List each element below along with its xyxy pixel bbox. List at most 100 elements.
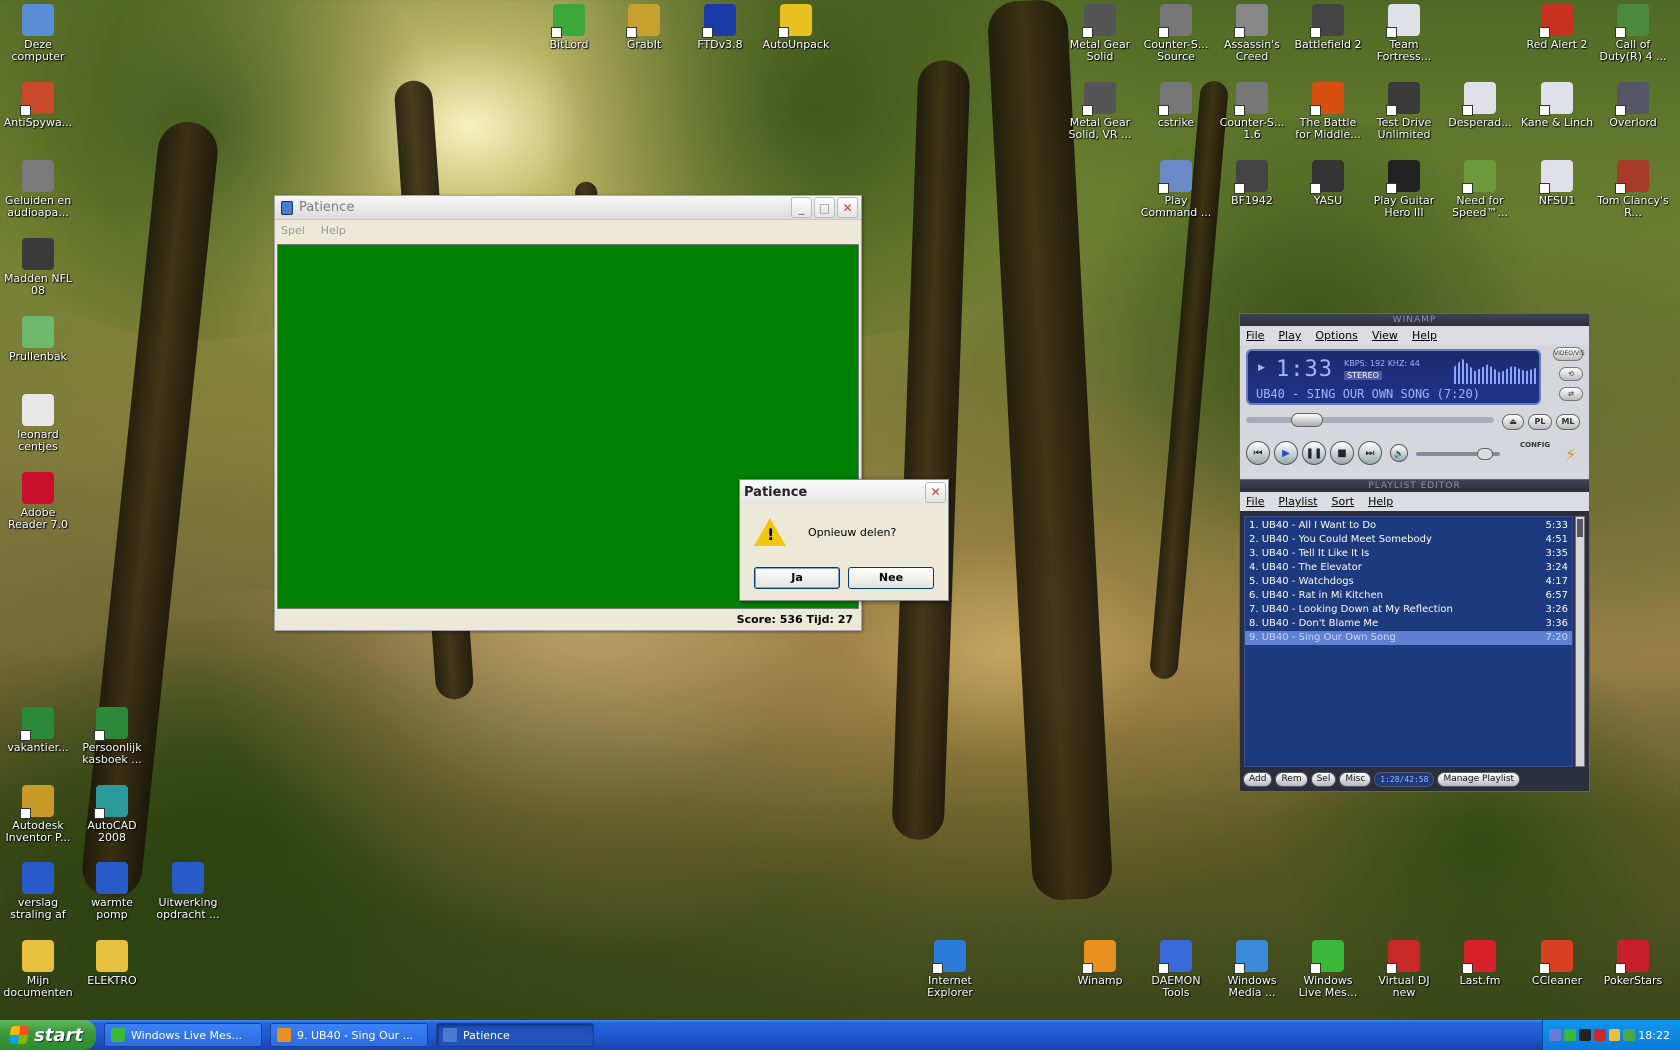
desktop-icon[interactable]: Windows Media ... — [1215, 940, 1289, 999]
desktop-icon[interactable]: Last.fm — [1443, 940, 1517, 987]
desktop-icon[interactable]: NFSU1 — [1520, 160, 1594, 207]
remove-button[interactable]: Rem — [1275, 771, 1308, 787]
taskbar-button[interactable]: Patience — [436, 1023, 594, 1047]
lightning-icon[interactable]: ⚡ — [1565, 445, 1576, 464]
manage-playlist-button[interactable]: Manage Playlist — [1437, 771, 1521, 787]
taskbar-button[interactable]: Windows Live Mes... — [104, 1023, 262, 1047]
playlist-tracks[interactable]: 1. UB40 - All I Want to Do 5:33 2. UB40 - … — [1244, 516, 1573, 767]
desktop-icon[interactable]: Adobe Reader 7.0 — [1, 472, 75, 531]
playlist-track-row[interactable]: 5. UB40 - Watchdogs 4:17 — [1245, 575, 1572, 589]
desktop-icon[interactable]: AutoUnpack — [759, 4, 833, 51]
desktop-icon[interactable]: BF1942 — [1215, 160, 1289, 207]
winamp-tray-icon[interactable] — [1608, 1029, 1621, 1041]
desktop-icon[interactable]: BitLord — [532, 4, 606, 51]
desktop-icon[interactable]: Internet Explorer — [913, 940, 987, 999]
desktop-icon[interactable]: Play Guitar Hero III — [1367, 160, 1441, 219]
playlist-titlebar[interactable]: PLAYLIST EDITOR — [1240, 480, 1589, 492]
desktop-icon[interactable]: AntiSpywa... — [1, 82, 75, 129]
eject-icon[interactable]: ⏏ — [1502, 414, 1524, 430]
seek-knob[interactable] — [1291, 413, 1323, 427]
taskbar-button[interactable]: 9. UB40 - Sing Our ... — [270, 1023, 428, 1047]
pl-button[interactable]: PL — [1528, 414, 1552, 430]
playlist-scrollbar[interactable] — [1575, 516, 1585, 767]
volume-slider[interactable] — [1416, 448, 1500, 460]
yes-button[interactable]: Ja — [754, 567, 840, 589]
desktop-icon[interactable]: Uitwerking opdracht ... — [151, 862, 225, 921]
dialog-titlebar[interactable]: Patience ✕ — [740, 480, 948, 504]
desktop-icon[interactable]: Red Alert 2 — [1520, 4, 1594, 51]
previous-icon[interactable]: ⏮ — [1246, 441, 1270, 465]
desktop-icon[interactable]: Overlord — [1596, 82, 1670, 129]
desktop-icon[interactable]: warmte pomp — [75, 862, 149, 921]
playlist-track-row[interactable]: 2. UB40 - You Could Meet Somebody 4:51 — [1245, 533, 1572, 547]
desktop-icon[interactable]: AutoCAD 2008 — [75, 785, 149, 844]
desktop-icon[interactable]: Team Fortress... — [1367, 4, 1441, 63]
patience-titlebar[interactable]: Patience _ □ ✕ — [275, 196, 861, 220]
desktop-icon[interactable]: Metal Gear Solid — [1063, 4, 1137, 63]
desktop-icon[interactable]: Autodesk Inventor P... — [1, 785, 75, 844]
playlist-track-row[interactable]: 4. UB40 - The Elevator 3:24 — [1245, 561, 1572, 575]
desktop-icon[interactable]: verslag straling af — [1, 862, 75, 921]
desktop-icon[interactable]: Need for Speed™... — [1443, 160, 1517, 219]
desktop-icon[interactable]: Desperad... — [1443, 82, 1517, 129]
play-icon[interactable]: ▶ — [1274, 441, 1298, 465]
desktop-icon[interactable]: Windows Live Mes... — [1291, 940, 1365, 999]
desktop-icon[interactable]: Assassin's Creed — [1215, 4, 1289, 63]
desktop-icon[interactable]: DAEMON Tools — [1139, 940, 1213, 999]
menu-spel[interactable]: Spel — [281, 224, 305, 237]
playlist-track-row[interactable]: 8. UB40 - Don't Blame Me 3:36 — [1245, 617, 1572, 631]
stop-icon[interactable]: ■ — [1330, 441, 1354, 465]
misc-button[interactable]: Misc — [1339, 771, 1372, 787]
maximize-button[interactable]: □ — [814, 197, 835, 218]
desktop-icon[interactable]: leonard centjes — [1, 394, 75, 453]
minimize-button[interactable]: _ — [791, 197, 812, 218]
desktop-icon[interactable]: Kane & Linch — [1520, 82, 1594, 129]
desktop-icon[interactable]: Battlefield 2 — [1291, 4, 1365, 51]
desktop-icon[interactable]: CCleaner — [1520, 940, 1594, 987]
playlist-menu-file[interactable]: File — [1246, 495, 1264, 508]
desktop-icon[interactable]: Winamp — [1063, 940, 1137, 987]
desktop-icon[interactable]: Metal Gear Solid, VR ... — [1063, 82, 1137, 141]
repeat-icon[interactable]: ⟲ — [1559, 367, 1583, 381]
video-vis-button[interactable]: VIDEO/VIS — [1553, 347, 1585, 361]
playlist-track-row[interactable]: 3. UB40 - Tell It Like It Is 3:35 — [1245, 547, 1572, 561]
desktop-icon[interactable]: PokerStars — [1596, 940, 1670, 987]
winamp-menu-options[interactable]: Options — [1315, 329, 1357, 342]
playlist-track-row[interactable]: 1. UB40 - All I Want to Do 5:33 — [1245, 519, 1572, 533]
messenger-tray-icon[interactable] — [1563, 1029, 1576, 1041]
seek-bar[interactable] — [1246, 413, 1494, 427]
winamp-titlebar[interactable]: WINAMP — [1240, 314, 1589, 326]
add-button[interactable]: Add — [1243, 771, 1273, 787]
desktop-icon[interactable]: Prullenbak — [1, 316, 75, 363]
desktop-icon[interactable]: Geluiden en audioapa... — [1, 160, 75, 219]
desktop-icon[interactable]: Mijn documenten — [1, 940, 75, 999]
desktop-icon[interactable]: GrabIt — [607, 4, 681, 51]
winamp-menu-view[interactable]: View — [1372, 329, 1398, 342]
desktop-icon[interactable]: Call of Duty(R) 4 ... — [1596, 4, 1670, 63]
next-icon[interactable]: ⏭ — [1358, 441, 1382, 465]
playlist-menu-help[interactable]: Help — [1368, 495, 1393, 508]
config-button[interactable]: CONFIG — [1520, 441, 1550, 449]
desktop-icon[interactable]: vakantier... — [1, 707, 75, 754]
desktop-icon[interactable]: Test Drive Unlimited — [1367, 82, 1441, 141]
pause-icon[interactable]: ❚❚ — [1302, 441, 1326, 465]
winamp-time[interactable]: 1:33 — [1276, 357, 1333, 382]
security-tray-icon[interactable] — [1593, 1029, 1606, 1041]
desktop-icon[interactable]: cstrike — [1139, 82, 1213, 129]
volume-tray-icon[interactable] — [1578, 1029, 1591, 1041]
playlist-track-row[interactable]: 9. UB40 - Sing Our Own Song 7:20 — [1245, 631, 1572, 645]
playlist-menu-sort[interactable]: Sort — [1332, 495, 1355, 508]
network-icon[interactable] — [1549, 1029, 1561, 1041]
volume-knob[interactable] — [1477, 448, 1493, 460]
shuffle-icon[interactable]: ⇄ — [1559, 387, 1583, 401]
desktop-icon[interactable]: Counter-S... 1.6 — [1215, 82, 1289, 141]
desktop-icon[interactable]: Virtual DJ new — [1367, 940, 1441, 999]
start-button[interactable]: start — [0, 1020, 96, 1050]
desktop-icon[interactable]: Deze computer — [1, 4, 75, 63]
desktop-icon[interactable]: ELEKTRO — [75, 940, 149, 987]
playlist-track-row[interactable]: 6. UB40 - Rat in Mi Kitchen 6:57 — [1245, 589, 1572, 603]
dialog-close-button[interactable]: ✕ — [925, 481, 946, 503]
desktop-icon[interactable]: YASU — [1291, 160, 1365, 207]
winamp-menu-file[interactable]: File — [1246, 329, 1264, 342]
close-button[interactable]: ✕ — [837, 197, 858, 218]
